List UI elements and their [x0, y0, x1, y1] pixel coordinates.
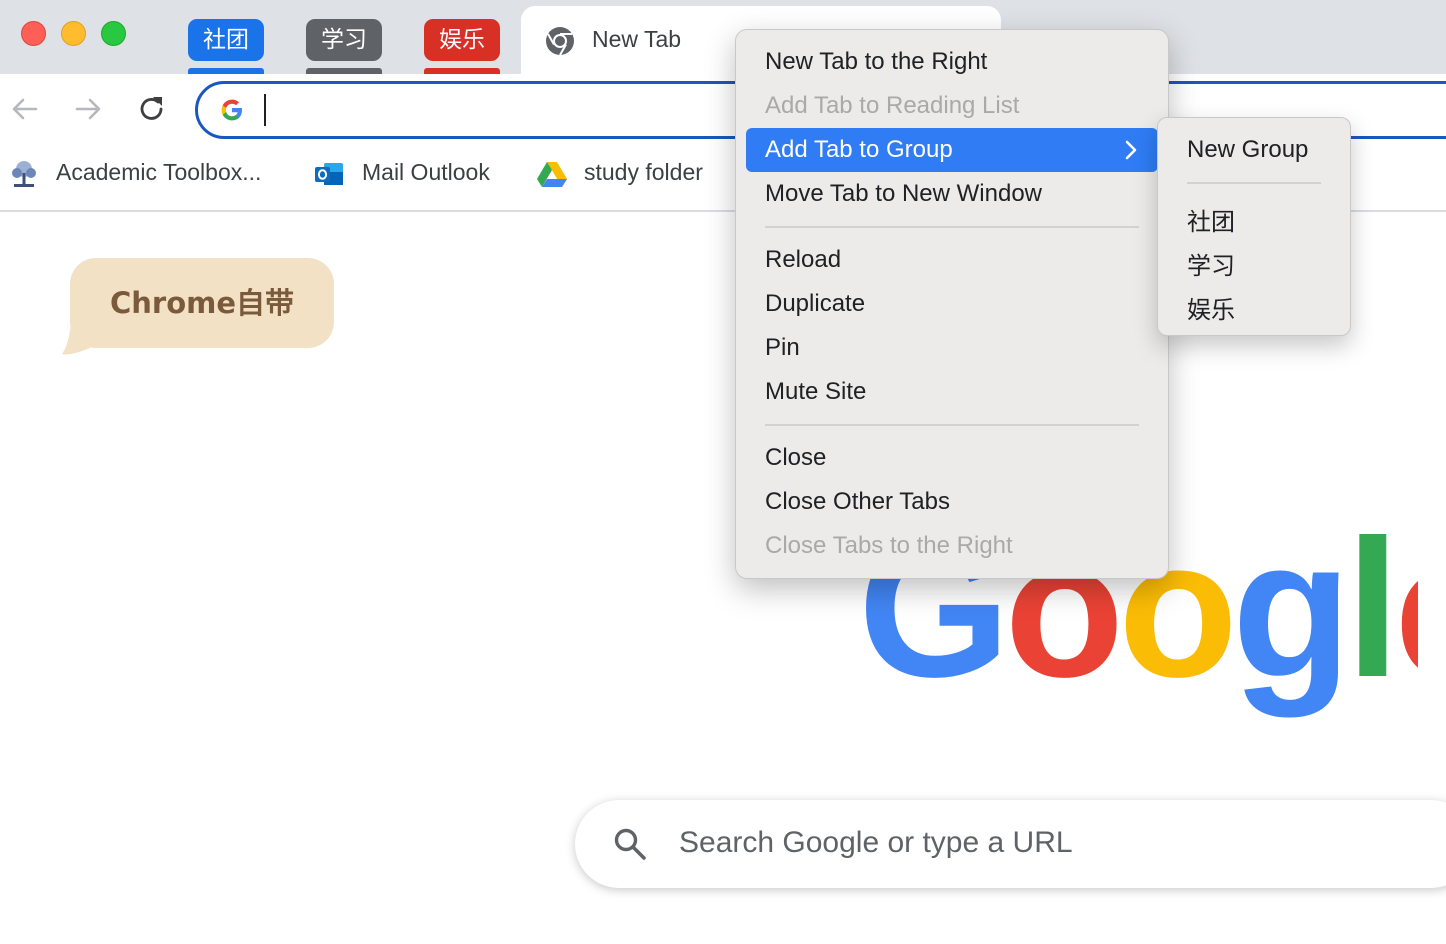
google-g-icon — [221, 99, 242, 121]
menu-item-mute-site[interactable]: Mute Site — [765, 378, 866, 406]
bookmark-mail-outlook[interactable]: Mail Outlook — [362, 159, 490, 186]
menu-separator — [765, 424, 1139, 426]
menu-item-move-new-window[interactable]: Move Tab to New Window — [765, 180, 1042, 208]
tab-title: New Tab — [592, 26, 682, 52]
reload-icon[interactable] — [135, 92, 169, 126]
tab-group-chip-yule[interactable]: 娱乐 — [424, 19, 500, 61]
bookmark-academic-toolbox[interactable]: Academic Toolbox... — [56, 159, 261, 186]
submenu-item-group-shetuan[interactable]: 社团 — [1187, 202, 1235, 237]
submenu-item-new-group[interactable]: New Group — [1187, 136, 1308, 164]
menu-item-close-tabs-right: Close Tabs to the Right — [765, 532, 1013, 559]
forward-arrow-icon[interactable] — [71, 92, 105, 126]
menu-item-close-other-tabs[interactable]: Close Other Tabs — [765, 488, 950, 516]
menu-item-reload[interactable]: Reload — [765, 246, 841, 274]
submenu-item-group-yule[interactable]: 娱乐 — [1187, 290, 1235, 325]
submenu-separator — [1187, 182, 1321, 184]
annotation-bubble: Chrome自带 — [70, 258, 334, 348]
search-placeholder: Search Google or type a URL — [679, 826, 1073, 859]
tree-icon — [12, 161, 36, 187]
chrome-icon — [546, 27, 574, 56]
tab-group-chip-shetuan[interactable]: 社团 — [188, 19, 264, 61]
menu-item-pin[interactable]: Pin — [765, 334, 800, 362]
tab-group-chip-xuexi[interactable]: 学习 — [306, 19, 382, 61]
search-icon — [614, 828, 646, 860]
outlook-icon — [315, 163, 343, 185]
window-minimize-button[interactable] — [61, 21, 86, 46]
bookmark-study-folder[interactable]: study folder — [584, 159, 703, 186]
back-arrow-icon[interactable] — [8, 92, 42, 126]
menu-item-new-tab-right[interactable]: New Tab to the Right — [765, 48, 987, 76]
menu-item-close[interactable]: Close — [765, 444, 826, 472]
window-close-button[interactable] — [21, 21, 46, 46]
submenu-item-group-xuexi[interactable]: 学习 — [1187, 246, 1235, 281]
menu-separator — [765, 226, 1139, 228]
menu-item-add-to-group[interactable]: Add Tab to Group — [765, 136, 953, 164]
window-zoom-button[interactable] — [101, 21, 126, 46]
drive-icon — [537, 162, 567, 187]
chevron-right-icon — [1125, 140, 1137, 160]
text-caret — [264, 94, 266, 126]
menu-item-duplicate[interactable]: Duplicate — [765, 290, 865, 318]
menu-item-add-reading-list: Add Tab to Reading List — [765, 92, 1020, 119]
